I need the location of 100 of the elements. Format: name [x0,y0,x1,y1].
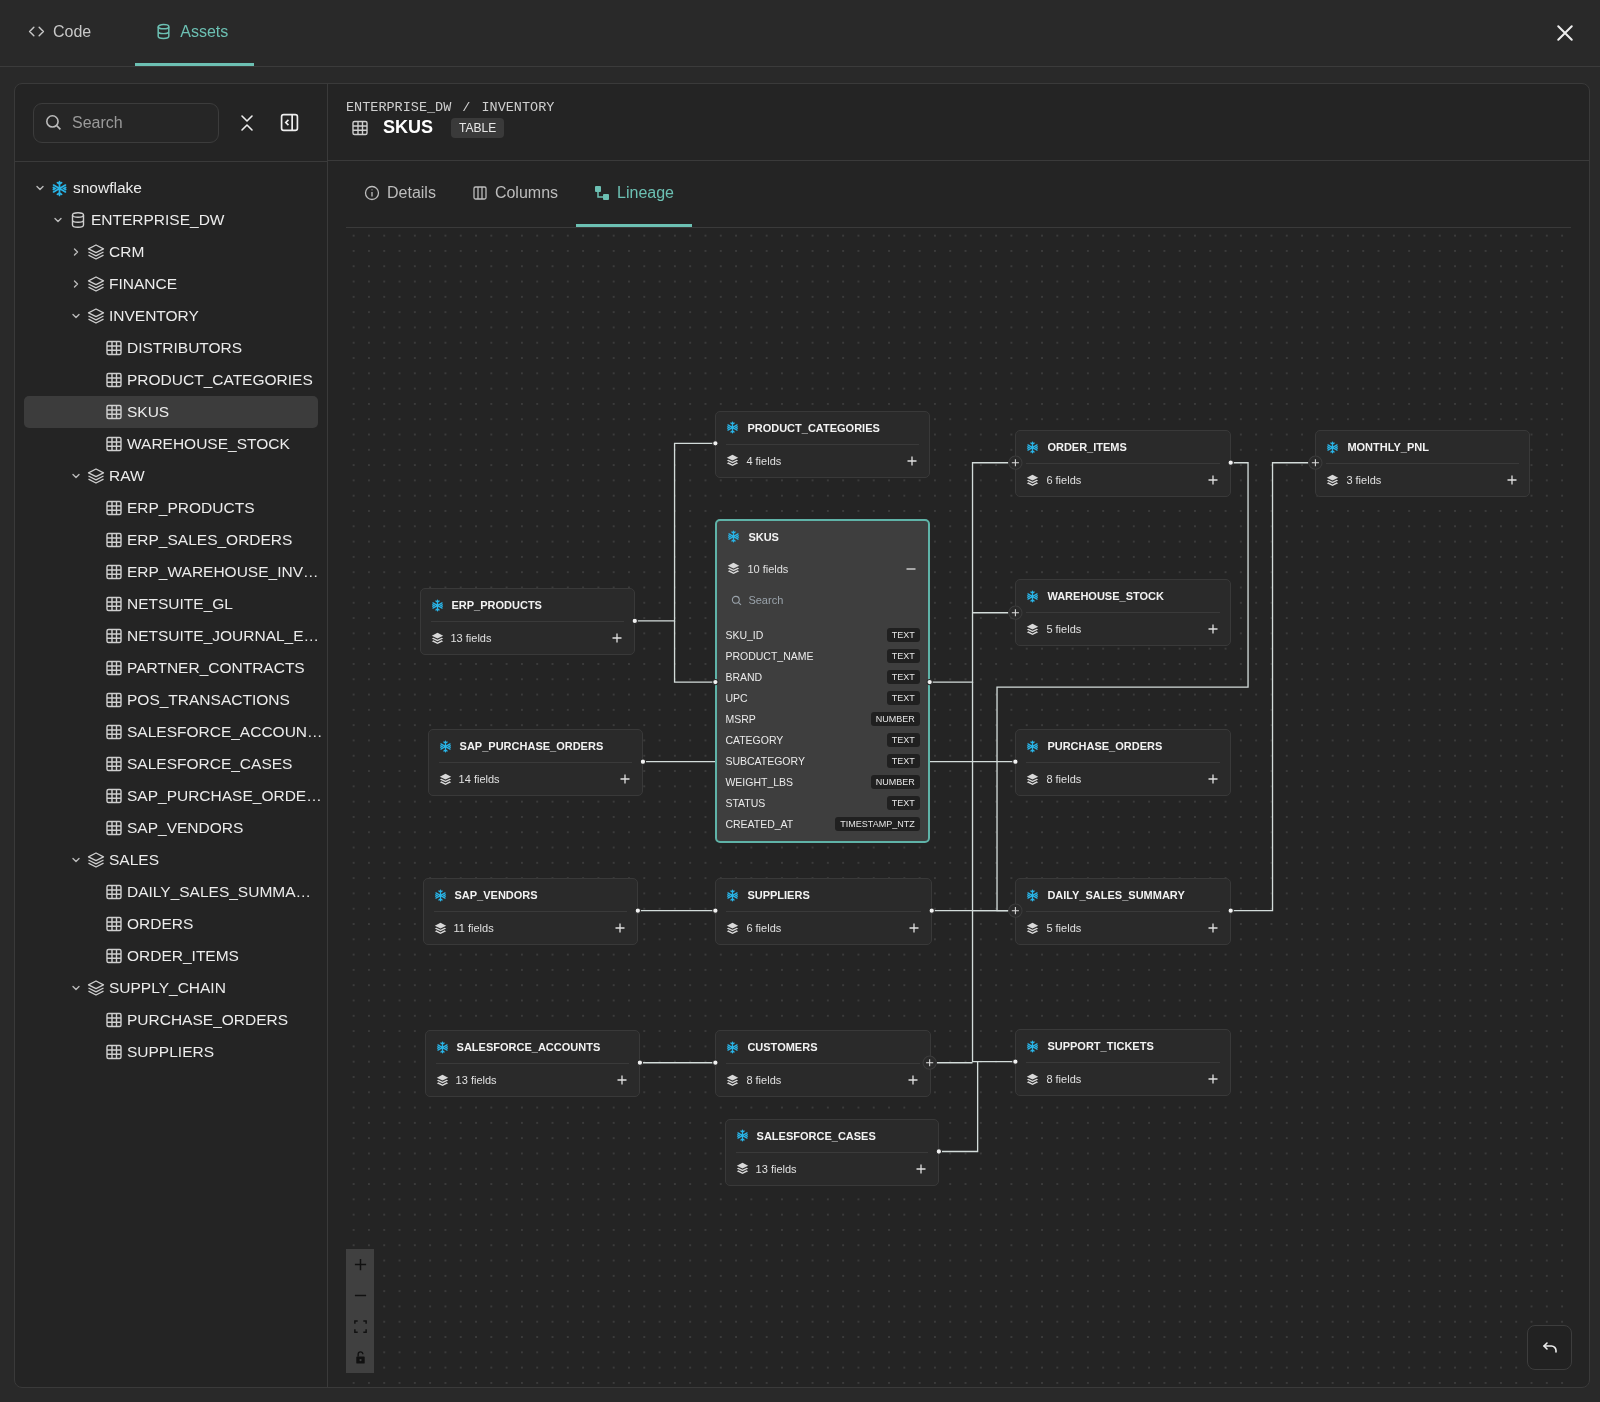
table-node[interactable]: SAP_PURCHASE_ORDERS 14 fields [427,729,643,796]
connection-handle[interactable] [1227,907,1234,914]
snowflake-icon [726,421,740,435]
tree-item[interactable]: PURCHASE_ORDERS [24,1004,318,1036]
tree-item[interactable]: SALES [24,844,318,876]
table-node[interactable]: ORDER_ITEMS 6 fields [1015,430,1231,497]
tree-item[interactable]: ERP_SALES_ORDERS [24,524,318,556]
connection-handle[interactable] [928,907,935,914]
add-handle[interactable] [1008,455,1023,470]
connection-handle[interactable] [1227,459,1234,466]
tree-item[interactable]: INVENTORY [24,300,318,332]
table-icon [105,499,123,517]
plus-icon [1206,773,1219,785]
tab[interactable]: Details [346,161,454,227]
tree-item-label: SALESFORCE_ACCOUN… [127,723,323,741]
add-handle[interactable] [922,1055,937,1070]
table-node[interactable]: SALESFORCE_ACCOUNTS 13 fields [424,1030,640,1097]
connection-handle[interactable] [712,678,719,686]
field-type: TEXT [886,691,920,706]
connection-handle[interactable] [634,907,641,914]
connection-handle[interactable] [631,617,638,625]
tab[interactable]: Code [24,0,114,66]
tree-item[interactable]: RAW [24,460,318,492]
snowflake-icon [735,1129,749,1143]
add-handle[interactable] [1008,903,1023,918]
add-handle[interactable] [1308,455,1323,470]
tree-item-label: POS_TRANSACTIONS [127,691,290,709]
connection-handle[interactable] [935,1148,942,1155]
tree-item[interactable]: snowflake [24,172,318,204]
tab[interactable]: Assets [135,0,255,66]
add-handle[interactable] [1008,605,1023,620]
snowflake-icon [1026,739,1040,753]
connection-handle[interactable] [926,678,933,686]
connection-handle[interactable] [636,1059,644,1066]
plus-icon [615,1074,628,1086]
connection-handle[interactable] [712,1059,719,1066]
field-type: NUMBER [870,712,920,727]
tree-item[interactable]: ENTERPRISE_DW [24,204,318,236]
tree-item[interactable]: DISTRIBUTORS [24,332,318,364]
tree-item[interactable]: DAILY_SALES_SUMMA… [24,876,318,908]
field-name: MSRP [725,713,756,726]
tab[interactable]: Columns [453,161,577,227]
table-node[interactable]: ERP_PRODUCTS 13 fields [419,588,635,656]
table-icon [105,659,123,677]
table-node[interactable]: SKUS 10 fields Search SKU_ID TEXT PRODUCT_NAME TEXT BRAND TEXT UPC TEXT MSRP NUMBER CATEGORY TEXT SUBCATEGORY TEXT WEIGHT_LBS NUMBER STATUS TEXT CREATED_AT TIMESTAMP_NTZ [715,518,930,843]
plus-icon [1505,474,1518,486]
tree-item[interactable]: ORDERS [24,908,318,940]
tree-item[interactable]: WAREHOUSE_STOCK [24,428,318,460]
tree-item[interactable]: PARTNER_CONTRACTS [24,652,318,684]
search-field[interactable]: Search [729,584,900,615]
tree-item[interactable]: SUPPLIERS [24,1036,318,1068]
tree-item[interactable]: ERP_PRODUCTS [24,492,318,524]
table-node[interactable]: MONTHLY_PNL 3 fields [1315,430,1530,497]
sidebar-icon [279,113,299,132]
tree-item[interactable]: NETSUITE_JOURNAL_E… [24,620,318,652]
tree-item[interactable]: SALESFORCE_CASES [24,748,318,780]
table-icon [105,339,123,357]
table-node[interactable]: SALESFORCE_CASES 13 fields [724,1118,939,1186]
connection-handle[interactable] [1012,758,1019,765]
tree-item-label: PURCHASE_ORDERS [127,1011,289,1029]
tree-item[interactable]: ERP_WAREHOUSE_INV… [24,556,318,588]
breadcrumb-item: / [462,100,471,115]
field-count: 10 fields [747,562,789,575]
connection-handle[interactable] [712,907,719,914]
tree-item[interactable]: SAP_VENDORS [24,812,318,844]
tab[interactable]: Lineage [576,161,692,227]
node-title: SALESFORCE_ACCOUNTS [456,1041,601,1053]
field-type: NUMBER [870,775,920,790]
table-node[interactable]: SAP_VENDORS 11 fields [422,878,638,945]
tree-item[interactable]: FINANCE [24,268,318,300]
layers-icon [87,979,105,997]
field-count: 13 fields [455,1074,497,1086]
tree-item[interactable]: SKUS [24,396,318,428]
table-node[interactable]: PURCHASE_ORDERS 8 fields [1015,729,1231,796]
table-node[interactable]: SUPPORT_TICKETS 8 fields [1015,1029,1231,1096]
snowflake-icon [433,888,447,902]
connection-handle[interactable] [712,440,719,447]
table-node[interactable]: WAREHOUSE_STOCK 5 fields [1015,579,1231,646]
layers-icon [726,921,740,935]
tree-item[interactable]: POS_TRANSACTIONS [24,684,318,716]
snowflake-icon [430,598,444,612]
tree-item[interactable]: PRODUCT_CATEGORIES [24,364,318,396]
tree-item[interactable]: SUPPLY_CHAIN [24,972,318,1004]
connection-handle[interactable] [639,758,647,765]
tree-item[interactable]: ORDER_ITEMS [24,940,318,972]
table-node[interactable]: DAILY_SALES_SUMMARY 5 fields [1015,878,1231,945]
table-node[interactable]: CUSTOMERS 8 fields [715,1030,931,1097]
connection-handle[interactable] [1012,1058,1019,1065]
search-field[interactable]: Search [33,102,219,143]
node-title: SUPPLIERS [747,889,810,901]
layers-icon [1026,772,1040,786]
field-name: BRAND [725,671,763,684]
undo-button[interactable] [1527,1325,1572,1370]
plus-icon [914,1162,927,1175]
tree-item[interactable]: CRM [24,236,318,268]
table-node[interactable]: SUPPLIERS 6 fields [715,878,932,945]
field-count: 8 fields [1046,773,1082,785]
table-node[interactable]: PRODUCT_CATEGORIES 4 fields [715,410,930,478]
tree-item[interactable]: NETSUITE_GL [24,588,318,620]
layers-icon [87,467,105,485]
